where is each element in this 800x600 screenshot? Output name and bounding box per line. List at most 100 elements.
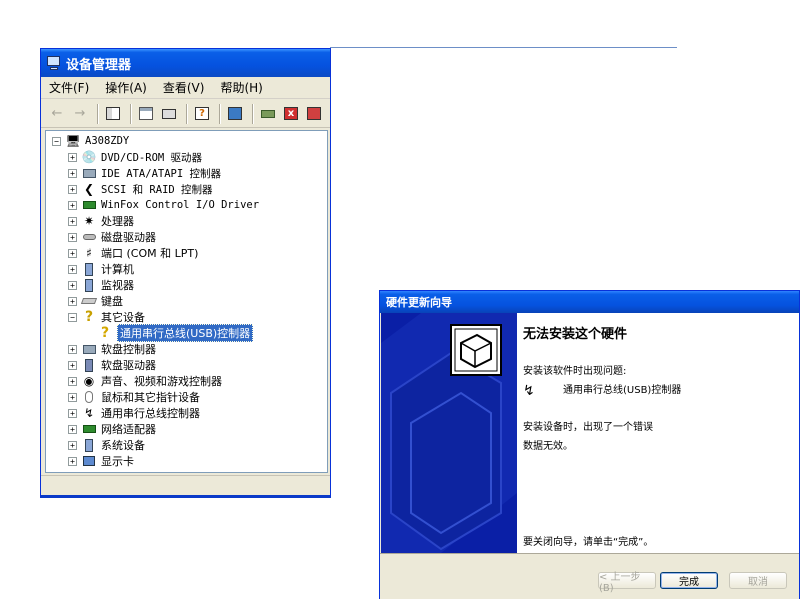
print-icon[interactable] (159, 104, 179, 124)
expand-icon[interactable]: + (68, 296, 77, 306)
cdrom-icon: 💿 (81, 150, 97, 164)
collapse-icon[interactable]: − (52, 136, 61, 146)
tree-item-label: 其它设备 (101, 311, 145, 324)
tree-item[interactable]: + ◉ 声音、视频和游戏控制器 (68, 373, 222, 389)
finish-button[interactable]: 完成 (660, 572, 718, 589)
floppy-drive-icon (81, 358, 97, 372)
expand-icon[interactable]: + (68, 376, 77, 386)
tree-item-label: 端口 (COM 和 LPT) (101, 247, 199, 260)
monitor-icon (81, 278, 97, 292)
tree-item[interactable]: + ✷ 处理器 (68, 213, 134, 229)
tree-item[interactable]: + 监视器 (68, 277, 134, 293)
forward-arrow-icon[interactable]: → (70, 104, 90, 124)
properties-icon[interactable] (136, 104, 156, 124)
tree-item[interactable]: + ↯ 通用串行总线控制器 (68, 405, 200, 421)
wizard-sidebar-art (381, 313, 517, 553)
tree-item-label: 声音、视频和游戏控制器 (101, 375, 222, 388)
menu-action[interactable]: 操作(A) (105, 79, 147, 96)
problem-intro: 安装该软件时出现问题: (523, 366, 627, 377)
tree-item[interactable]: + 键盘 (68, 293, 123, 309)
back-button[interactable]: < 上一步(B) (598, 572, 656, 594)
network-adapter-icon (81, 422, 97, 436)
expand-icon[interactable]: + (68, 232, 77, 242)
console-tree-icon[interactable] (103, 104, 123, 124)
back-arrow-icon[interactable]: ← (47, 104, 67, 124)
tree-item[interactable]: + WinFox Control I/O Driver (68, 197, 259, 213)
tree-item[interactable]: + 显示卡 (68, 453, 134, 469)
tree-item[interactable]: + 系统设备 (68, 437, 145, 453)
processor-icon: ✷ (83, 214, 95, 228)
toolbar-separator (219, 103, 221, 124)
tree-item[interactable]: + 鼠标和其它指针设备 (68, 389, 200, 405)
tree-item[interactable]: + 计算机 (68, 261, 134, 277)
error-line-2: 数据无效。 (523, 441, 573, 452)
window-title: 设备管理器 (66, 57, 132, 73)
expand-icon[interactable]: + (68, 168, 77, 178)
tree-item-label: 通用串行总线控制器 (101, 407, 200, 420)
tree-item[interactable]: + ♯ 端口 (COM 和 LPT) (68, 245, 198, 261)
unknown-device-icon: ? (84, 309, 94, 325)
floppy-controller-icon (81, 342, 97, 356)
tree-item-label: WinFox Control I/O Driver (101, 199, 260, 211)
menu-file[interactable]: 文件(F) (49, 79, 89, 96)
expand-icon[interactable]: + (68, 424, 77, 434)
tree-item[interactable]: + 软盘控制器 (68, 341, 156, 357)
wizard-title-bar[interactable]: 硬件更新向导 (380, 291, 799, 313)
device-manager-window: 设备管理器 文件(F) 操作(A) 查看(V) 帮助(H) ← → ? x − … (40, 48, 331, 498)
expand-icon[interactable]: + (68, 184, 77, 194)
tree-item-label: 显示卡 (101, 455, 134, 468)
wizard-content: 无法安装这个硬件 安装该软件时出现问题: ↯ 通用串行总线(USB)控制器 安装… (517, 313, 799, 553)
expand-icon[interactable]: + (68, 440, 77, 450)
ide-controller-icon (81, 166, 97, 180)
error-line-1: 安装设备时，出现了一个错误 (523, 422, 653, 433)
expand-icon[interactable]: + (68, 344, 77, 354)
expand-icon[interactable]: + (68, 280, 77, 290)
tree-item-label: 软盘控制器 (101, 343, 156, 356)
device-manager-app-icon (46, 55, 62, 71)
tree-item[interactable]: + 磁盘驱动器 (68, 229, 156, 245)
expand-icon[interactable]: + (68, 392, 77, 402)
expand-icon[interactable]: + (68, 216, 77, 226)
expand-icon[interactable]: + (68, 456, 77, 466)
scan-hardware-icon[interactable] (225, 104, 245, 124)
wizard-title: 硬件更新向导 (386, 296, 452, 309)
port-icon: ♯ (86, 246, 92, 260)
device-manager-title-bar[interactable]: 设备管理器 (41, 49, 330, 77)
cancel-button[interactable]: 取消 (729, 572, 787, 589)
toolbar-separator (130, 103, 132, 124)
tree-item-label: 磁盘驱动器 (101, 231, 156, 244)
expand-icon[interactable]: + (68, 152, 77, 162)
menu-help[interactable]: 帮助(H) (220, 79, 262, 96)
uninstall-device-icon[interactable] (304, 104, 324, 124)
tree-item-label: 计算机 (101, 263, 134, 276)
tree-item[interactable]: + 网络适配器 (68, 421, 156, 437)
expand-icon[interactable]: + (68, 264, 77, 274)
usb-icon: ↯ (523, 383, 535, 399)
wizard-sidebar (381, 313, 517, 553)
tree-root[interactable]: − 🖥 A308ZDY (52, 133, 129, 149)
tree-item[interactable]: − ? 其它设备 (68, 309, 145, 325)
expand-icon[interactable]: + (68, 408, 77, 418)
tree-item[interactable]: + 💿 DVD/CD-ROM 驱动器 (68, 149, 202, 165)
help-icon[interactable]: ? (192, 104, 212, 124)
tree-item-selected[interactable]: ? 通用串行总线(USB)控制器 (97, 324, 254, 342)
disable-device-icon[interactable]: x (281, 104, 301, 124)
mouse-icon (81, 390, 97, 404)
expand-icon[interactable]: + (68, 248, 77, 258)
usb-icon: ↯ (83, 406, 95, 420)
tree-item[interactable]: + ❮ SCSI 和 RAID 控制器 (68, 181, 213, 197)
computer-icon: 🖥 (65, 134, 81, 148)
device-name: 通用串行总线(USB)控制器 (563, 385, 682, 396)
expand-icon[interactable]: + (68, 200, 77, 210)
tree-item[interactable]: + IDE ATA/ATAPI 控制器 (68, 165, 221, 181)
tree-root-label: A308ZDY (85, 135, 130, 147)
update-driver-icon[interactable] (258, 104, 278, 124)
device-tree[interactable]: − 🖥 A308ZDY + 💿 DVD/CD-ROM 驱动器 + IDE ATA… (45, 130, 328, 473)
menu-view[interactable]: 查看(V) (163, 79, 205, 96)
tree-item[interactable]: + 软盘驱动器 (68, 357, 156, 373)
tree-item-label: 键盘 (101, 295, 123, 308)
collapse-icon[interactable]: − (68, 312, 77, 322)
expand-icon[interactable]: + (68, 360, 77, 370)
tree-item-label: IDE ATA/ATAPI 控制器 (101, 167, 222, 180)
tree-item-label: 通用串行总线(USB)控制器 (117, 324, 254, 342)
